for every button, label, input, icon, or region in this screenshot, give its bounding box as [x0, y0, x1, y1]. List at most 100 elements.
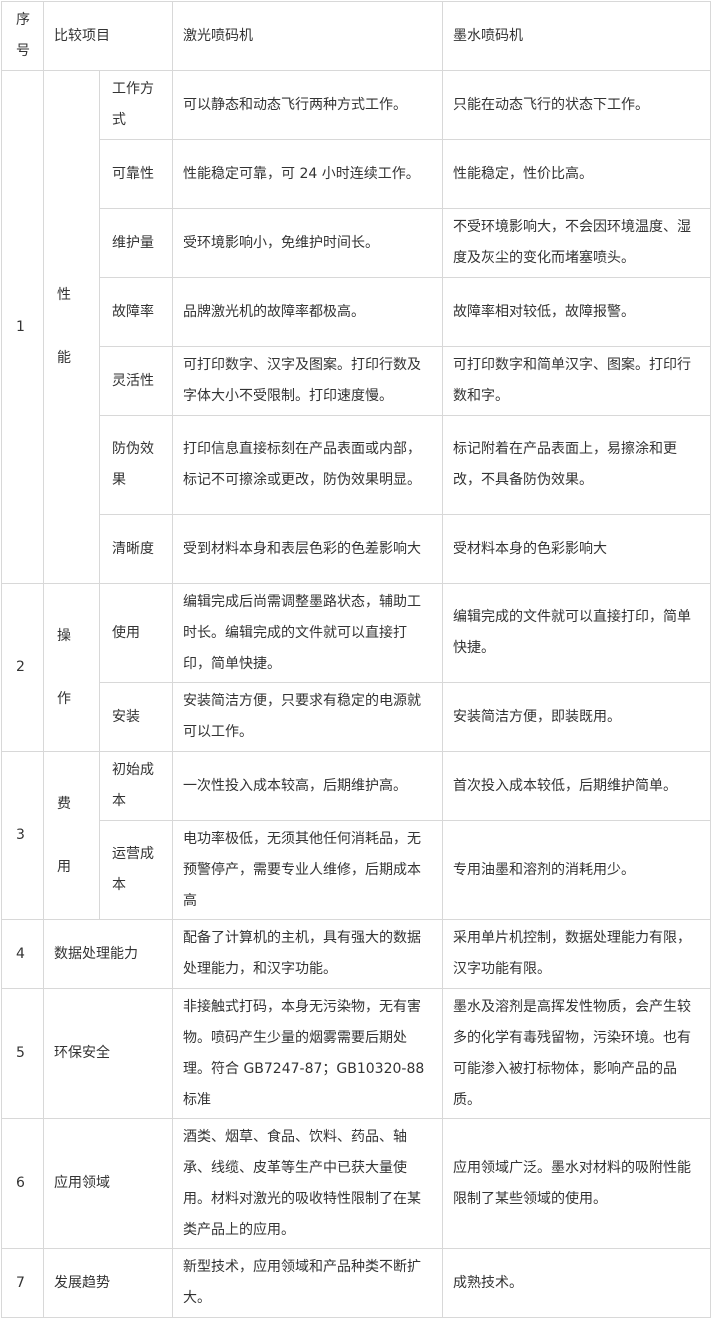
header-index-label: 序号 — [16, 12, 30, 59]
ink-cell: 应用领域广泛。墨水对材料的吸附性能限制了某些领域的使用。 — [442, 1118, 711, 1249]
group-category-top: 性 — [57, 287, 71, 303]
group-category-bottom: 用 — [57, 858, 71, 875]
group-category-cell: 费用 — [43, 751, 100, 920]
item-cell: 应用领域 — [43, 1118, 173, 1249]
table-row: 故障率 品牌激光机的故障率都极高。 故障率相对较低，故障报警。 — [2, 277, 711, 347]
row-index-cell: 6 — [1, 1118, 44, 1249]
table-row: 可靠性 性能稳定可靠，可 24 小时连续工作。 性能稳定，性价比高。 — [2, 139, 711, 209]
row-index: 5 — [16, 1045, 25, 1061]
ink-text: 不受环境影响大，不会因环境温度、湿度及灰尘的变化而堵塞喷头。 — [453, 219, 691, 266]
ink-text: 编辑完成的文件就可以直接打印，简单快捷。 — [453, 609, 691, 656]
subitem-cell: 维护量 — [99, 208, 173, 278]
header-ink-cell: 墨水喷码机 — [442, 1, 711, 71]
laser-cell: 酒类、烟草、食品、饮料、药品、轴承、线缆、皮革等生产中已获大量使用。材料对激光的… — [172, 1118, 443, 1249]
ink-text: 标记附着在产品表面上，易擦涂和更改，不具备防伪效果。 — [453, 441, 677, 488]
ink-cell: 只能在动态飞行的状态下工作。 — [442, 70, 711, 140]
ink-text: 成熟技术。 — [453, 1274, 523, 1291]
ink-cell: 编辑完成的文件就可以直接打印，简单快捷。 — [442, 583, 711, 683]
laser-text: 安装简洁方便，只要求有稳定的电源就可以工作。 — [183, 693, 421, 740]
laser-text: 编辑完成后尚需调整墨路状态，辅助工时长。编辑完成的文件就可以直接打印，简单快捷。 — [183, 593, 421, 672]
header-ink-label: 墨水喷码机 — [453, 27, 523, 44]
table-row: 1 性能 工作方式 可以静态和动态飞行两种方式工作。 只能在动态飞行的状态下工作… — [1, 70, 711, 584]
subitem-cell: 故障率 — [99, 277, 173, 347]
group-index-cell: 2 — [1, 583, 44, 752]
ink-text: 故障率相对较低，故障报警。 — [453, 303, 635, 320]
subitem-label: 维护量 — [112, 234, 154, 251]
row-index-cell: 5 — [1, 988, 44, 1119]
ink-cell: 性能稳定，性价比高。 — [442, 139, 711, 209]
row-index-cell: 7 — [1, 1248, 44, 1318]
item-label: 发展趋势 — [54, 1274, 110, 1291]
laser-text: 受环境影响小，免维护时间长。 — [183, 234, 379, 251]
item-cell: 发展趋势 — [43, 1248, 173, 1318]
ink-text: 墨水及溶剂是高挥发性物质，会产生较多的化学有毒残留物，污染环境。也有可能渗入被打… — [453, 998, 691, 1108]
laser-cell: 品牌激光机的故障率都极高。 — [172, 277, 443, 347]
subitem-cell: 清晰度 — [99, 514, 173, 584]
laser-text: 非接触式打码，本身无污染物，无有害物。喷码产生少量的烟雾需要后期处理。符合 GB… — [183, 998, 425, 1108]
subitem-cell: 工作方式 — [99, 70, 173, 140]
subitem-cell: 灵活性 — [99, 346, 173, 416]
laser-cell: 打印信息直接标刻在产品表面或内部，标记不可擦涂或更改，防伪效果明显。 — [172, 415, 443, 515]
ink-cell: 不受环境影响大，不会因环境温度、湿度及灰尘的变化而堵塞喷头。 — [442, 208, 711, 278]
laser-cell: 配备了计算机的主机，具有强大的数据处理能力，和汉字功能。 — [172, 919, 443, 989]
table-row: 维护量 受环境影响小，免维护时间长。 不受环境影响大，不会因环境温度、湿度及灰尘… — [2, 208, 711, 278]
laser-cell: 受到材料本身和表层色彩的色差影响大 — [172, 514, 443, 584]
group-index-cell: 3 — [1, 751, 44, 920]
laser-text: 可打印数字、汉字及图案。打印行数及字体大小不受限制。打印速度慢。 — [183, 357, 421, 404]
header-item-cell: 比较项目 — [43, 1, 173, 71]
group-category-cell: 操作 — [43, 583, 100, 752]
group-category-bottom: 作 — [57, 690, 71, 707]
laser-text: 打印信息直接标刻在产品表面或内部，标记不可擦涂或更改，防伪效果明显。 — [183, 441, 421, 488]
subitem-cell: 防伪效果 — [99, 415, 173, 515]
laser-cell: 安装简洁方便，只要求有稳定的电源就可以工作。 — [172, 682, 443, 752]
ink-cell: 标记附着在产品表面上，易擦涂和更改，不具备防伪效果。 — [442, 415, 711, 515]
item-cell: 环保安全 — [43, 988, 173, 1119]
ink-text: 应用领域广泛。墨水对材料的吸附性能限制了某些领域的使用。 — [453, 1159, 691, 1207]
subitem-label: 运营成本 — [112, 846, 154, 893]
ink-text: 可打印数字和简单汉字、图案。打印行数和字。 — [453, 357, 691, 404]
laser-cell: 非接触式打码，本身无污染物，无有害物。喷码产生少量的烟雾需要后期处理。符合 GB… — [172, 988, 443, 1119]
header-row: 序号 比较项目 激光喷码机 墨水喷码机 — [1, 1, 711, 71]
subitem-label: 清晰度 — [112, 540, 154, 557]
ink-text: 安装简洁方便，即装既用。 — [453, 708, 621, 725]
ink-text: 受材料本身的色彩影响大 — [453, 540, 607, 557]
laser-text: 新型技术，应用领域和产品种类不断扩大。 — [183, 1259, 421, 1306]
laser-cell: 新型技术，应用领域和产品种类不断扩大。 — [172, 1248, 443, 1318]
laser-text: 可以静态和动态飞行两种方式工作。 — [183, 96, 407, 113]
table-row: 3 费用 初始成本 一次性投入成本较高，后期维护高。 首次投入成本较低，后期维护… — [1, 751, 711, 920]
subitem-label: 安装 — [112, 708, 140, 725]
row-index: 6 — [16, 1175, 25, 1191]
item-label: 应用领域 — [54, 1175, 110, 1191]
header-item-label: 比较项目 — [54, 27, 110, 44]
ink-cell: 成熟技术。 — [442, 1248, 711, 1318]
ink-cell: 墨水及溶剂是高挥发性物质，会产生较多的化学有毒残留物，污染环境。也有可能渗入被打… — [442, 988, 711, 1119]
group-index-cell: 1 — [1, 70, 44, 584]
ink-cell: 首次投入成本较低，后期维护简单。 — [442, 751, 711, 821]
group-category-top: 操 — [57, 627, 71, 644]
header-laser-label: 激光喷码机 — [183, 27, 253, 44]
item-cell: 数据处理能力 — [43, 919, 173, 989]
subitem-cell: 可靠性 — [99, 139, 173, 209]
ink-text: 性能稳定，性价比高。 — [453, 165, 593, 182]
header-laser-cell: 激光喷码机 — [172, 1, 443, 71]
laser-text: 受到材料本身和表层色彩的色差影响大 — [183, 540, 421, 557]
subitem-label: 工作方式 — [112, 81, 154, 128]
ink-text: 采用单片机控制，数据处理能力有限，汉字功能有限。 — [453, 930, 691, 977]
table-row: 5 环保安全 非接触式打码，本身无污染物，无有害物。喷码产生少量的烟雾需要后期处… — [1, 988, 711, 1119]
table-row: 4 数据处理能力 配备了计算机的主机，具有强大的数据处理能力，和汉字功能。 采用… — [1, 919, 711, 989]
header-index-cell: 序号 — [1, 1, 44, 71]
laser-text: 电功率极低，无须其他任何消耗品，无预警停产，需要专业人维修，后期成本高 — [183, 830, 421, 909]
comparison-table: 序号 比较项目 激光喷码机 墨水喷码机 1 性能 工作方式 可以静态和动态飞行两… — [1, 1, 711, 1318]
laser-text: 品牌激光机的故障率都极高。 — [183, 303, 365, 320]
subitem-cell: 安装 — [99, 682, 173, 752]
group-category-top: 费 — [57, 795, 71, 812]
table-row: 安装 安装简洁方便，只要求有稳定的电源就可以工作。 安装简洁方便，即装既用。 — [2, 682, 711, 752]
subitem-label: 灵活性 — [112, 372, 154, 389]
subitem-cell: 运营成本 — [99, 820, 173, 920]
laser-text: 配备了计算机的主机，具有强大的数据处理能力，和汉字功能。 — [183, 930, 421, 977]
laser-text: 性能稳定可靠，可 24 小时连续工作。 — [183, 165, 420, 182]
group-category-cell: 性能 — [43, 70, 100, 584]
ink-text: 首次投入成本较低，后期维护简单。 — [453, 777, 677, 794]
laser-text: 一次性投入成本较高，后期维护高。 — [183, 777, 407, 794]
laser-cell: 受环境影响小，免维护时间长。 — [172, 208, 443, 278]
